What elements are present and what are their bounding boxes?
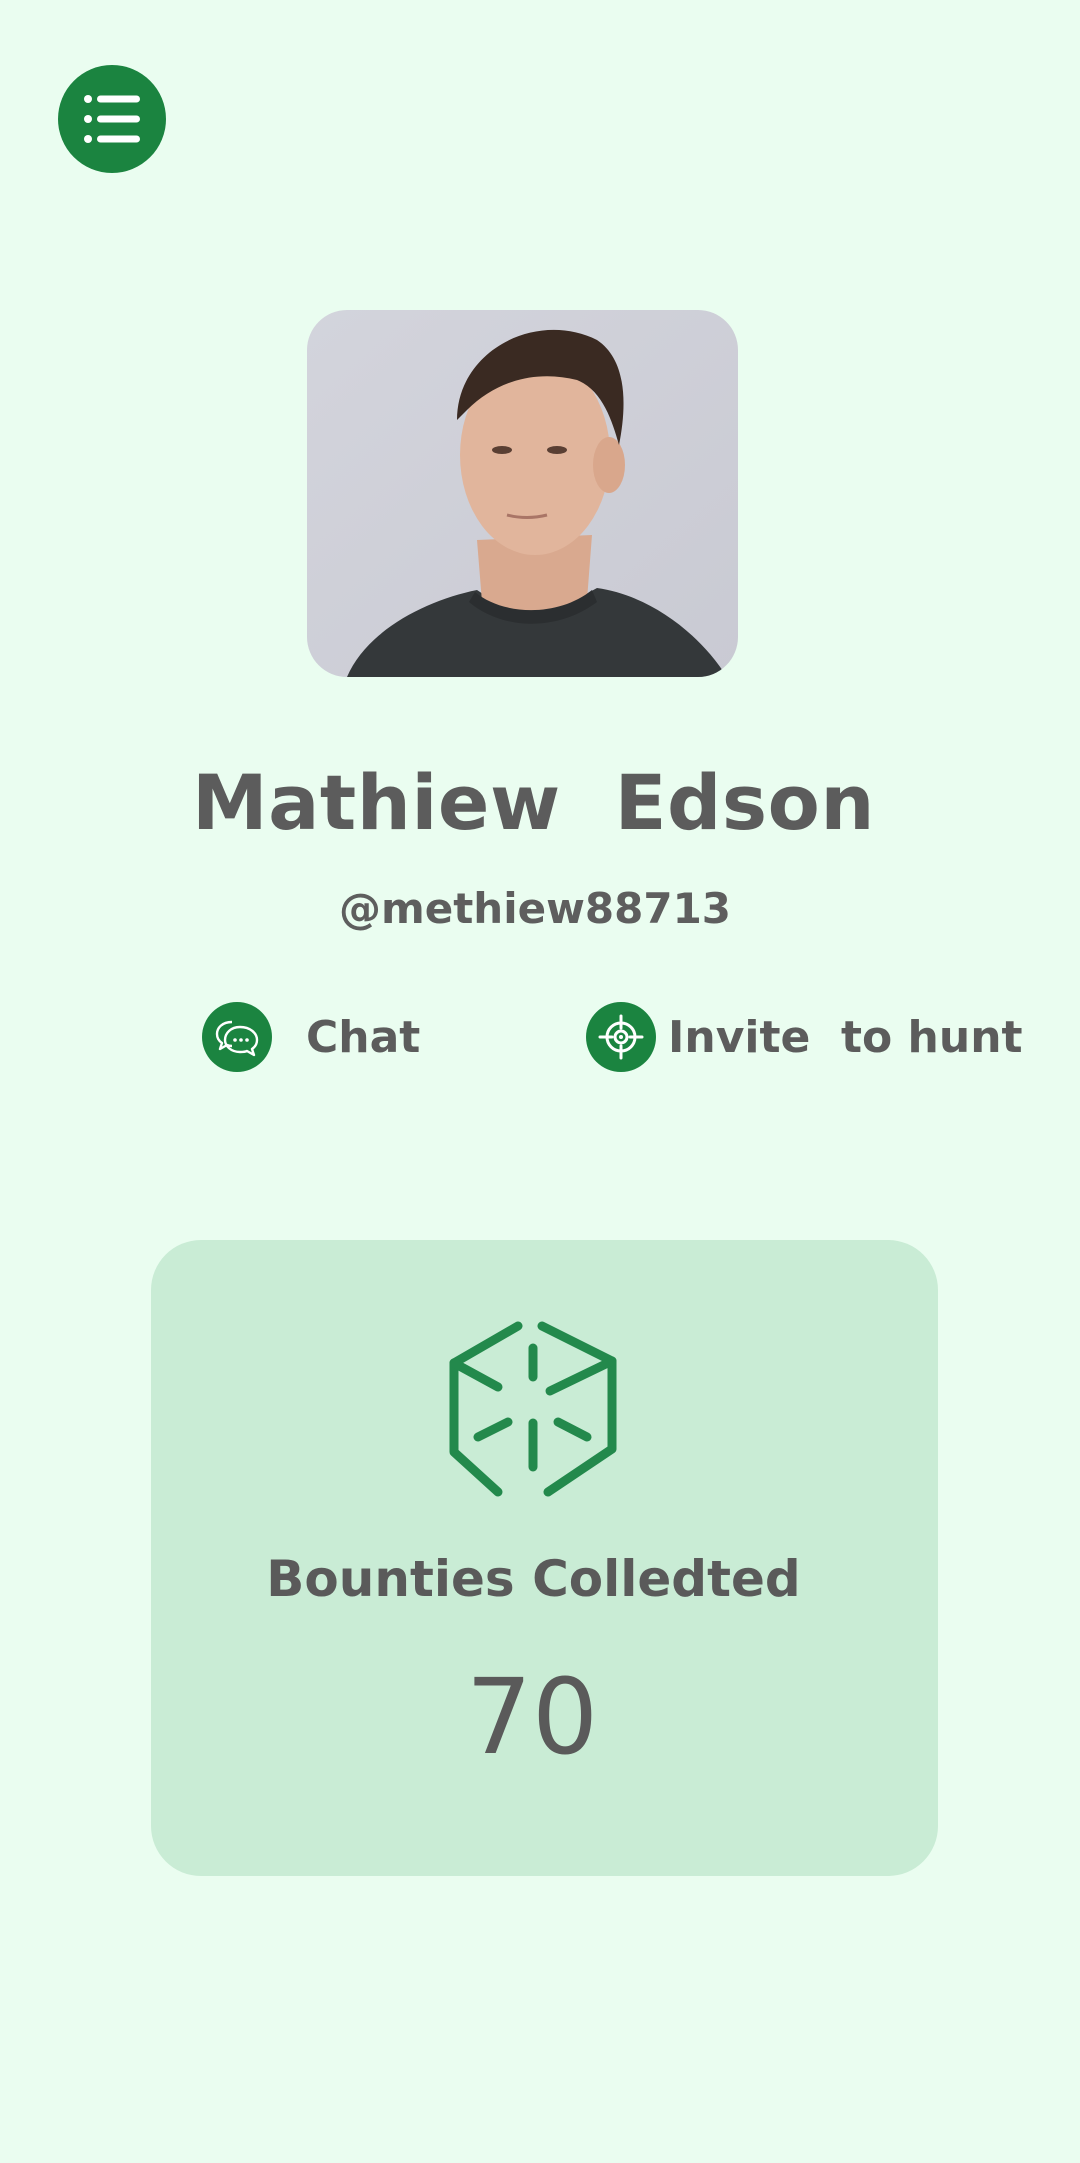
chat-button[interactable]: Chat — [202, 1002, 420, 1072]
cube-icon — [449, 1321, 617, 1497]
list-menu-icon — [84, 95, 140, 143]
chat-bubbles-icon — [202, 1002, 272, 1072]
invite-to-hunt-label: Invite to hunt — [668, 1011, 1023, 1063]
profile-handle: @methiew88713 — [338, 884, 732, 933]
menu-button[interactable] — [58, 65, 166, 173]
chat-label: Chat — [306, 1011, 421, 1063]
bounties-label: Bounties Colledted — [266, 1550, 801, 1608]
invite-to-hunt-button[interactable]: Invite to hunt — [586, 1002, 1023, 1072]
avatar — [307, 310, 738, 677]
profile-name: Mathiew Edson — [192, 758, 875, 847]
bounties-count: 70 — [465, 1656, 599, 1778]
target-icon — [586, 1002, 656, 1072]
